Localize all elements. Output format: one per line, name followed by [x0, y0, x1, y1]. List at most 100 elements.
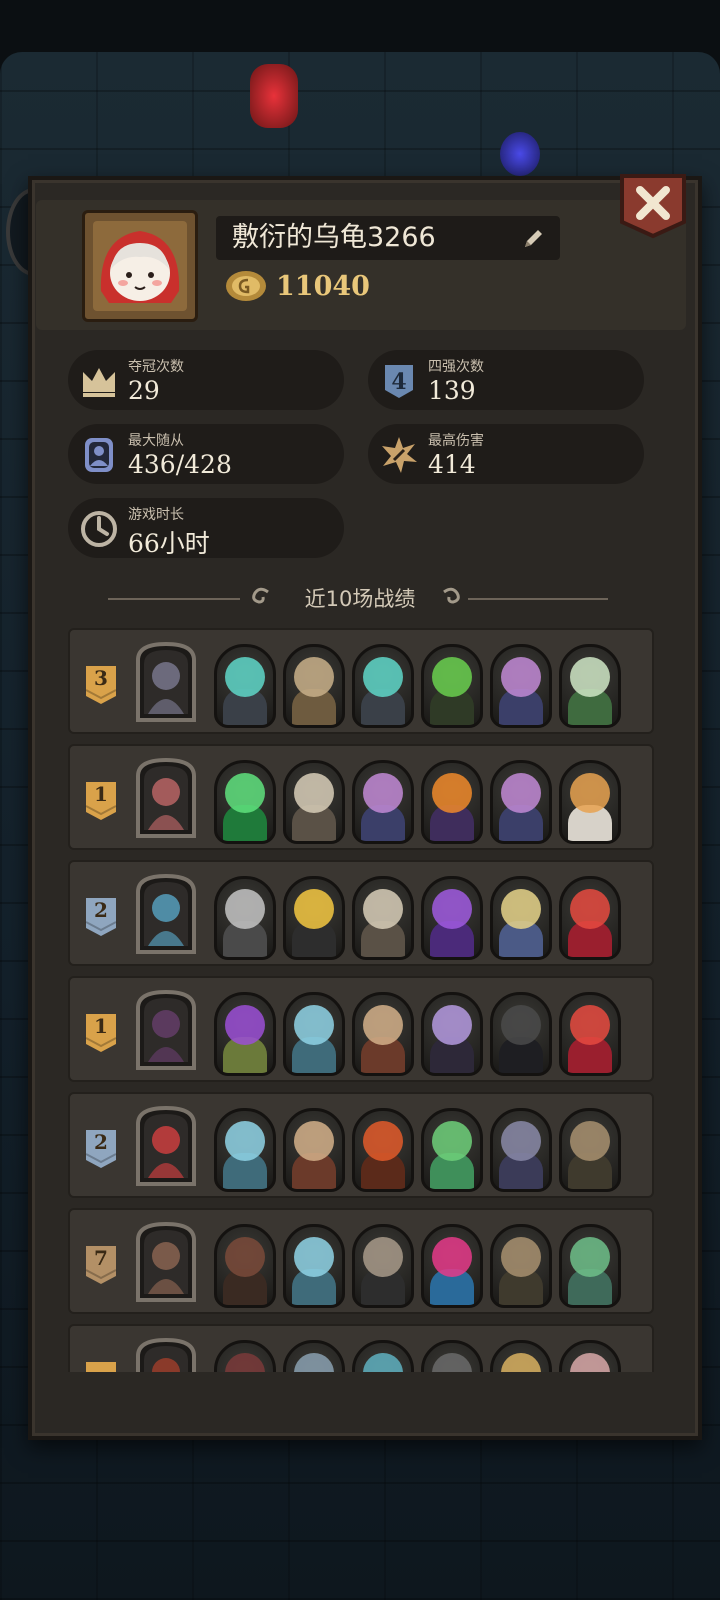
minion-portrait-icon[interactable] [490, 1108, 552, 1192]
placement-rank: 2 [94, 1130, 108, 1154]
minion-head-shape [294, 1353, 334, 1372]
placement-rank: 2 [94, 898, 108, 922]
damage-burst-icon [380, 436, 418, 474]
minion-portrait-icon[interactable] [421, 1224, 483, 1308]
minion-head-shape [432, 1005, 472, 1045]
minion-portrait-icon[interactable] [490, 992, 552, 1076]
minion-portrait-icon[interactable] [283, 644, 345, 728]
red-hood-hero-icon[interactable] [132, 1104, 200, 1190]
stat-value: 414 [428, 450, 476, 479]
minion-portrait-icon[interactable] [352, 1108, 414, 1192]
minion-portrait-icon[interactable] [421, 644, 483, 728]
cat-king-hero-icon[interactable] [132, 1220, 200, 1306]
minion-portrait-icon[interactable] [559, 1108, 621, 1192]
rank-badge-icon [84, 1360, 118, 1372]
minion-portrait-icon[interactable] [283, 1340, 345, 1372]
rat-hero-icon[interactable] [132, 756, 200, 842]
minion-portrait-icon[interactable] [490, 644, 552, 728]
minion-head-shape [294, 657, 334, 697]
minion-portrait-icon[interactable] [352, 760, 414, 844]
match-record-row[interactable]: 2 [68, 860, 654, 966]
match-record-row[interactable]: 2 [68, 1092, 654, 1198]
minion-portrait-icon[interactable] [214, 1108, 276, 1192]
minion-portrait-icon[interactable] [214, 1340, 276, 1372]
minion-head-shape [294, 773, 334, 813]
stat-max-damage: 最高伤害 414 [368, 424, 644, 484]
recent-records-list[interactable]: 3 1 2 1 2 7 [68, 628, 654, 1372]
minion-portrait-icon[interactable] [283, 1108, 345, 1192]
match-record-row[interactable]: 1 [68, 976, 654, 1082]
minion-head-shape [432, 1353, 472, 1372]
minion-portrait-icon[interactable] [283, 992, 345, 1076]
minion-portrait-icon[interactable] [283, 876, 345, 960]
minion-portrait-icon[interactable] [352, 992, 414, 1076]
recent-records-title: 近10场战绩 [304, 587, 416, 611]
minion-portrait-icon[interactable] [421, 1340, 483, 1372]
clock-icon [80, 510, 118, 548]
minion-head-shape [570, 1237, 610, 1277]
blue-lantern-icon [500, 132, 540, 176]
minion-head-shape [363, 889, 403, 929]
minion-portrait-icon[interactable] [283, 760, 345, 844]
minion-portrait-icon[interactable] [214, 876, 276, 960]
minion-portrait-icon[interactable] [214, 644, 276, 728]
minion-head-shape [432, 1237, 472, 1277]
minion-portrait-icon[interactable] [421, 876, 483, 960]
minion-portrait-icon[interactable] [490, 1340, 552, 1372]
minion-head-shape [294, 1005, 334, 1045]
minion-head-shape [570, 657, 610, 697]
minion-portrait-icon[interactable] [559, 876, 621, 960]
pencil-icon[interactable] [520, 226, 546, 252]
minion-portrait-icon[interactable] [352, 1224, 414, 1308]
minion-portrait-icon[interactable] [421, 992, 483, 1076]
red-hood-girl-avatar-icon [93, 221, 187, 311]
minion-head-shape [501, 1005, 541, 1045]
player-name: 敷衍的乌龟3266 [232, 222, 436, 253]
match-record-row[interactable]: 1 [68, 744, 654, 850]
wizard-hero-icon[interactable] [132, 640, 200, 726]
minion-portrait-icon[interactable] [214, 760, 276, 844]
coin-icon [222, 268, 270, 304]
minion-portrait-icon[interactable] [214, 1224, 276, 1308]
minion-head-shape [225, 1121, 265, 1161]
minion-portrait-icon[interactable] [352, 644, 414, 728]
minion-portrait-icon[interactable] [490, 760, 552, 844]
stat-top4: 4 四强次数 139 [368, 350, 644, 410]
minion-portrait-icon[interactable] [421, 1108, 483, 1192]
close-button[interactable] [618, 170, 688, 240]
minion-head-shape [432, 657, 472, 697]
minion-portrait-icon[interactable] [559, 1340, 621, 1372]
minion-portrait-icon[interactable] [421, 760, 483, 844]
minion-portrait-icon[interactable] [352, 1340, 414, 1372]
stat-label: 四强次数 [428, 359, 484, 375]
minion-head-shape [294, 889, 334, 929]
avatar[interactable] [82, 210, 198, 322]
cat-hero-icon[interactable] [132, 988, 200, 1074]
match-record-row[interactable]: 7 [68, 1208, 654, 1314]
minion-head-shape [225, 1353, 265, 1372]
minion-portrait-icon[interactable] [559, 1224, 621, 1308]
witch-hero-icon[interactable] [132, 872, 200, 958]
minion-head-shape [363, 1353, 403, 1372]
stat-value: 66小时 [128, 529, 210, 558]
minion-portrait-icon[interactable] [352, 876, 414, 960]
minion-head-shape [501, 889, 541, 929]
minion-head-shape [432, 1121, 472, 1161]
minion-head-shape [225, 1237, 265, 1277]
minion-card-icon [80, 436, 118, 474]
stat-label: 最大随从 [128, 433, 184, 449]
fire-hero-icon[interactable] [132, 1336, 200, 1372]
minion-portrait-icon[interactable] [559, 644, 621, 728]
minion-head-shape [225, 657, 265, 697]
minion-portrait-icon[interactable] [214, 992, 276, 1076]
minion-portrait-icon[interactable] [490, 876, 552, 960]
minion-portrait-icon[interactable] [490, 1224, 552, 1308]
minion-portrait-icon[interactable] [283, 1224, 345, 1308]
minion-head-shape [570, 1005, 610, 1045]
match-record-row[interactable] [68, 1324, 654, 1372]
minion-head-shape [432, 773, 472, 813]
swirl-right-icon [440, 586, 462, 608]
minion-portrait-icon[interactable] [559, 992, 621, 1076]
match-record-row[interactable]: 3 [68, 628, 654, 734]
minion-portrait-icon[interactable] [559, 760, 621, 844]
